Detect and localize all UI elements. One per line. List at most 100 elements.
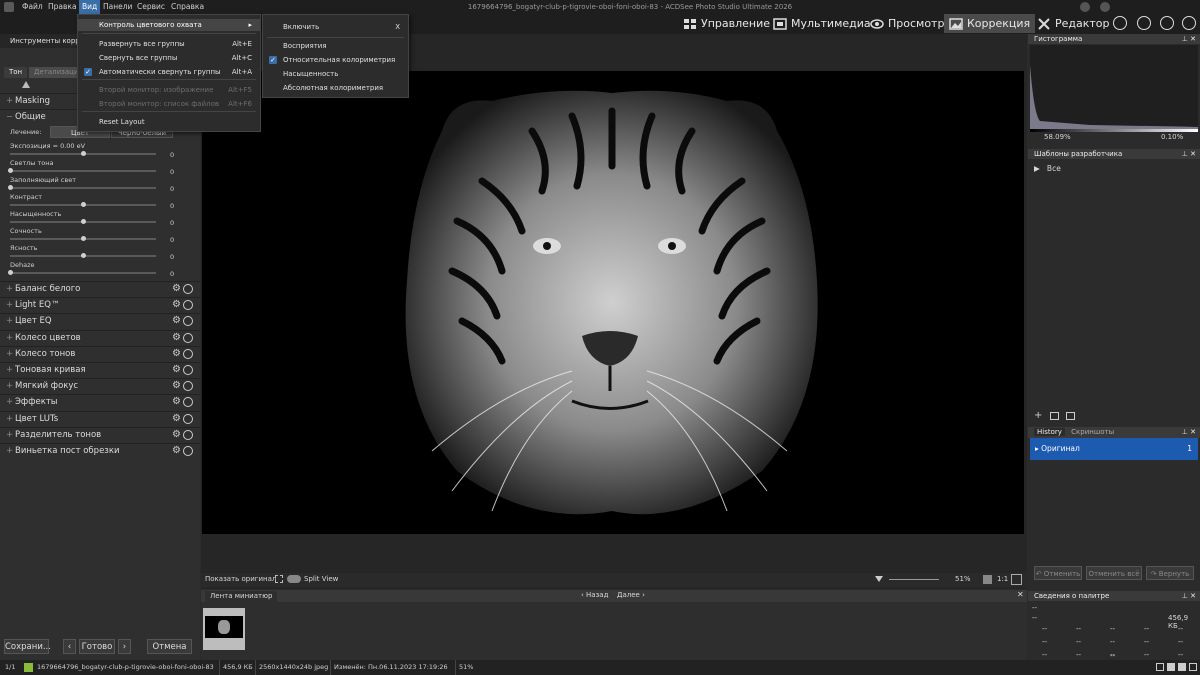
toggle-icon[interactable] [183,348,193,359]
view-mode-icon[interactable] [1189,663,1197,671]
toggle-icon[interactable] [183,429,193,440]
forward-button[interactable]: Далее › [617,591,645,599]
toggle-icon[interactable] [183,300,193,311]
cloud-icon[interactable] [1137,16,1151,30]
view-mode-icon[interactable] [1156,663,1164,671]
group-2[interactable]: + Цвет EQ ⚙ [0,313,200,328]
zoom-slider[interactable] [889,579,939,580]
undo-all-button[interactable]: Отменить всё [1086,566,1142,580]
split-view-toggle[interactable] [287,575,301,583]
gear-icon[interactable]: ⚙ [172,348,182,359]
import-icon[interactable] [1050,412,1059,420]
fullscreen-icon[interactable] [275,575,283,583]
tab-tone[interactable]: Тон [4,67,28,78]
toggle-icon[interactable] [183,365,193,375]
menu-view[interactable]: Вид [79,0,101,14]
undo-button[interactable]: ↶ Отменить [1034,566,1082,580]
menu-edit[interactable]: Правка [45,0,80,14]
view-menu-item[interactable]: ✓ Автоматически свернуть группы Alt+A [78,66,260,78]
slider-track[interactable] [10,253,156,258]
history-item[interactable]: ▸ Оригинал 1 [1030,438,1198,460]
toggle-icon[interactable] [183,413,193,424]
menu-panels[interactable]: Панели [100,0,135,14]
redo-button[interactable]: ↷ Вернуть [1146,566,1194,580]
toggle-icon[interactable] [183,332,193,343]
group-7[interactable]: + Эффекты ⚙ [0,394,200,409]
gear-icon[interactable]: ⚙ [172,316,182,326]
mode-editor[interactable]: Редактор [1032,14,1115,33]
group-9[interactable]: + Разделитель тонов ⚙ [0,426,200,442]
toggle-icon[interactable] [183,284,193,294]
zoom-dropdown-icon[interactable] [875,576,883,582]
smiley-icon[interactable] [1113,16,1127,30]
pin-icon[interactable]: ⊥ ✕ [1182,427,1196,437]
close-icon[interactable]: ✕ [1017,590,1024,599]
account-icon[interactable] [1182,16,1196,30]
pin-icon[interactable]: ⊥ ✕ [1182,591,1196,601]
slider-track[interactable] [10,236,156,241]
gear-icon[interactable]: ⚙ [172,300,182,310]
gear-icon[interactable]: ⚙ [172,284,182,294]
gamut-option[interactable]: Восприятия [263,40,408,52]
slider-track[interactable] [8,270,156,275]
gear-icon[interactable]: ⚙ [172,397,182,407]
pin-icon[interactable]: ⊥ ✕ [1182,34,1196,44]
mode-develop[interactable]: Коррекция [944,14,1036,33]
gear-icon[interactable]: ⚙ [172,381,182,391]
window-button[interactable] [1080,2,1090,12]
slider-knob[interactable] [81,202,86,207]
tab-history[interactable]: History [1034,428,1065,436]
gamut-enable[interactable]: Включить X [263,21,408,33]
slider-track[interactable] [8,168,156,173]
done-button[interactable]: Готово [79,639,115,654]
gear-icon[interactable]: ⚙ [172,446,182,456]
view-menu-item[interactable]: Контроль цветового охвата ▸ [78,19,260,31]
toggle-icon[interactable] [183,381,193,392]
gamut-option[interactable]: ✓ Относительная колориметрия [263,54,408,66]
pin-icon[interactable]: ⊥ ✕ [1182,149,1196,159]
tab-screenshots[interactable]: Скриншоты [1071,428,1114,436]
slider-knob[interactable] [8,185,13,190]
view-menu-item[interactable]: Развернуть все группы Alt+E [78,38,260,50]
mode-manage[interactable]: Управление [678,14,775,33]
group-1[interactable]: + Light EQ™ ⚙ [0,297,200,312]
gear-icon[interactable]: ⚙ [172,332,182,343]
view-menu-item[interactable]: Reset Layout [78,116,260,128]
slider-knob[interactable] [81,219,86,224]
toggle-icon[interactable] [183,316,193,327]
group-6[interactable]: + Мягкий фокус ⚙ [0,378,200,393]
fit-button[interactable] [983,575,992,584]
share-icon[interactable] [1160,16,1174,30]
view-mode-icon[interactable] [1167,663,1175,671]
group-10[interactable]: + Виньетка пост обрезки ⚙ [0,443,200,458]
group-5[interactable]: + Тоновая кривая ⚙ [0,362,200,377]
slider-track[interactable] [10,202,156,207]
gear-icon[interactable]: ⚙ [172,413,182,424]
ratio-button[interactable]: 1:1 [997,575,1008,583]
gear-icon[interactable]: ⚙ [172,429,182,440]
group-0[interactable]: + Баланс белого ⚙ [0,281,200,296]
menu-file[interactable]: Файл [19,0,46,14]
slider-knob[interactable] [81,151,86,156]
slider-knob[interactable] [81,253,86,258]
next-button[interactable]: › [118,639,131,654]
view-mode-icon[interactable] [1178,663,1186,671]
gear-icon[interactable]: ⚙ [172,365,182,375]
slider-track[interactable] [8,185,156,190]
slider-knob[interactable] [8,168,13,173]
slider-knob[interactable] [8,270,13,275]
save-button[interactable]: Сохрани... [4,639,51,654]
mode-media[interactable]: Мультимедиа [768,14,876,33]
slider-knob[interactable] [81,236,86,241]
mode-view[interactable]: Просмотр [865,14,949,33]
prev-button[interactable]: ‹ [63,639,76,654]
back-button[interactable]: ‹ Назад [581,591,608,599]
gamut-option[interactable]: Насыщенность [263,68,408,80]
expand-icon[interactable] [1011,574,1022,585]
menu-tools[interactable]: Сервис [134,0,168,14]
toggle-icon[interactable] [183,397,193,408]
show-original-button[interactable]: Показать оригинал [205,575,276,583]
slider-track[interactable] [10,151,156,156]
settings-button[interactable] [1100,2,1110,12]
slider-track[interactable] [10,219,156,224]
